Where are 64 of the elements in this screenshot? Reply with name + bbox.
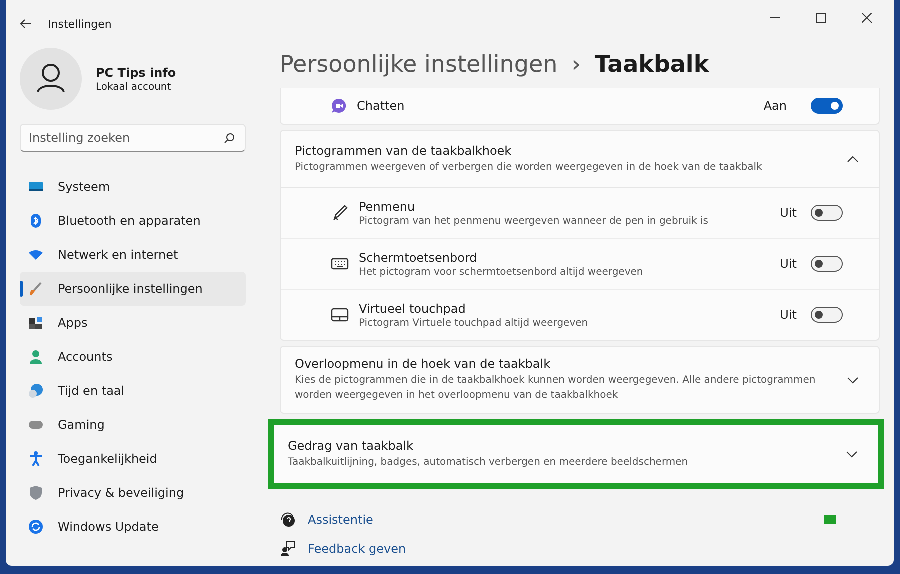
sidebar-item[interactable]: Persoonlijke instellingen [20, 272, 246, 306]
setting-title: Penmenu [359, 200, 416, 214]
expander-title: Overloopmenu in de hoek van de taakbalk [295, 357, 552, 371]
avatar-icon [20, 48, 82, 110]
account-type: Lokaal account [96, 82, 172, 92]
globe-icon [28, 383, 44, 399]
search-icon [224, 133, 235, 144]
toggle-state: Uit [780, 308, 797, 322]
update-icon [28, 519, 44, 535]
touchpad-icon [331, 306, 349, 324]
setting-description: Pictogram Virtuele touchpad altijd weergeven [359, 318, 588, 328]
sidebar-item[interactable]: Apps [20, 306, 246, 340]
breadcrumb-separator: › [572, 52, 581, 78]
toggle-switch[interactable] [811, 98, 843, 114]
sidebar-item[interactable]: Privacy & beveiliging [20, 476, 246, 510]
breadcrumb-link[interactable]: Persoonlijke instellingen [280, 52, 558, 78]
setting-label: Chatten [357, 99, 405, 113]
bluetooth-icon [28, 213, 44, 229]
expander-card[interactable]: Gedrag van taakbalk Taakbalkuitlijning, badges, automatisch verbergen en meerdere beeldschermen [274, 425, 878, 483]
toggle-switch[interactable] [811, 205, 843, 221]
setting-title: Virtueel touchpad [359, 302, 467, 316]
close-icon[interactable] [862, 13, 872, 23]
toggle-state: Aan [764, 99, 787, 113]
expander-description: Kies de pictogrammen die in de taakbalkhoek kunnen worden weergegeven. Alle andere pictogrammen worden weergegeven in het overloopmenu van de taakbalkhoek [295, 374, 817, 403]
search-field[interactable]: Instelling zoeken [20, 124, 246, 152]
sidebar-item[interactable]: Toegankelijkheid [20, 442, 246, 476]
toggle-state: Uit [780, 257, 797, 271]
brush-icon [28, 281, 44, 297]
chevron-up-icon [847, 156, 859, 162]
feedback-icon [280, 540, 296, 556]
marker-square [824, 515, 836, 524]
help-link[interactable]: Feedback geven [308, 542, 406, 556]
expander-title: Gedrag van taakbalk [288, 438, 415, 452]
sidebar-item[interactable]: Systeem [20, 170, 246, 204]
toggle-switch[interactable] [811, 256, 843, 272]
chat-icon [331, 98, 347, 114]
help-icon [280, 512, 296, 528]
toggle-switch[interactable] [811, 307, 843, 323]
setting-description: Het pictogram voor schermtoetsenbord altijd weergeven [359, 266, 644, 278]
accessibility-icon [28, 451, 44, 467]
setting-title: Schermtoetsenbord [359, 250, 478, 264]
pen-icon [331, 204, 349, 222]
user-name: PC Tips info [96, 66, 176, 80]
toggle-state: Uit [780, 206, 797, 220]
expander-header[interactable]: Pictogrammen van de taakbalkhoek Pictogrammen weergeven of verbergen die worden weergegeven in de hoek van de taakbalk [281, 131, 879, 188]
sidebar-item[interactable]: Tijd en taal [20, 374, 246, 408]
window-title: Instellingen [48, 18, 112, 30]
sidebar-item[interactable]: Bluetooth en apparaten [20, 204, 246, 238]
shield-icon [28, 485, 44, 501]
apps-icon [28, 315, 44, 331]
chevron-down-icon [847, 376, 859, 384]
maximize-icon[interactable] [816, 13, 826, 23]
sidebar-item[interactable]: Gaming [20, 408, 246, 442]
expander-description: Taakbalkuitlijning, badges, automatisch verbergen en meerdere beeldschermen [288, 456, 690, 470]
setting-description: Pictogram van het penmenu weergeven wanneer de pen in gebruik is [359, 216, 708, 226]
sidebar-item[interactable]: Windows Update [20, 510, 246, 544]
page-title: Taakbalk [594, 52, 710, 78]
help-link[interactable]: Assistentie [308, 512, 374, 526]
sidebar-item[interactable]: Netwerk en internet [20, 238, 246, 272]
expander-card[interactable]: Overloopmenu in de hoek van de taakbalk Kies de pictogrammen die in de taakbalkhoek kunnen worden weergegeven. Alle andere pictogrammen worden weergegeven in het overloopmenu van de taakbalkhoek [280, 346, 880, 414]
person-icon [28, 349, 44, 365]
sidebar-item[interactable]: Accounts [20, 340, 246, 374]
back-icon[interactable] [20, 19, 32, 29]
chevron-down-icon [846, 450, 858, 458]
